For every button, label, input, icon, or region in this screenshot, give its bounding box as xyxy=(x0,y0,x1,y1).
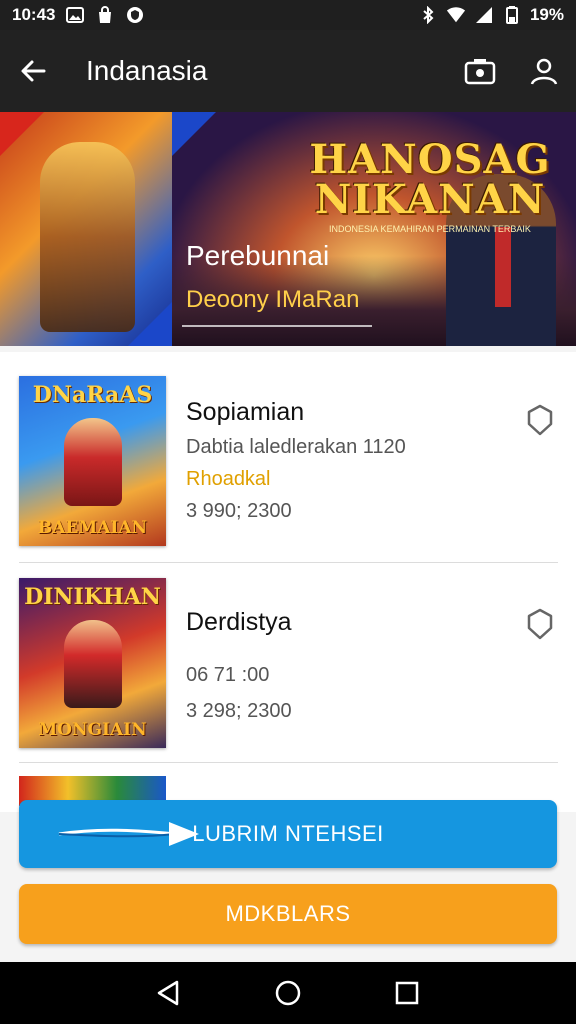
thumbnail-figure xyxy=(64,418,122,506)
profile-icon xyxy=(530,58,558,85)
battery-icon xyxy=(502,6,522,24)
thumbnail-title: DNaRaAS xyxy=(32,382,153,408)
banner-title: HANOSAG NIKANAN xyxy=(280,140,576,220)
presenter-tie xyxy=(495,227,511,307)
shopping-bag-icon xyxy=(95,6,115,24)
back-triangle-icon xyxy=(158,980,179,1006)
system-nav-bar xyxy=(0,962,576,1024)
nav-recents-button[interactable] xyxy=(385,971,429,1015)
list-item[interactable]: DNaRaAS BAEMAIAN Sopiamian Dabtia laledl… xyxy=(0,352,576,552)
banner-title-line2: NIKANAN xyxy=(314,176,546,223)
signal-icon xyxy=(474,6,494,24)
banner-heading: Perebunnai xyxy=(186,240,330,271)
arrow-left-icon xyxy=(21,60,46,82)
game-category: Rhoadkal xyxy=(186,468,271,490)
game-detail: 06 71 :00 xyxy=(186,664,270,686)
secondary-action-label: MDKBLARS xyxy=(225,901,351,926)
blue-corner-flag-icon xyxy=(128,302,172,346)
battery-percent: 19% xyxy=(529,5,564,24)
game-thumbnail[interactable]: DINIKHAN MONGIAIN xyxy=(19,578,166,748)
nav-home-button[interactable] xyxy=(266,971,310,1015)
game-list: DNaRaAS BAEMAIAN Sopiamian Dabtia laledl… xyxy=(0,352,576,812)
arrow-right-icon xyxy=(58,822,199,846)
primary-action-button[interactable]: LUBRIM NTEHSEI xyxy=(19,800,557,868)
primary-action-label: LUBRIM NTEHSEI xyxy=(192,821,384,846)
back-button[interactable] xyxy=(0,30,66,112)
red-corner-flag-icon xyxy=(0,112,44,156)
camera-icon xyxy=(464,59,496,85)
list-divider xyxy=(19,762,558,763)
camera-button[interactable] xyxy=(448,30,512,112)
home-circle-icon xyxy=(275,980,301,1006)
game-stats: 3 298; 2300 xyxy=(186,700,292,722)
shield-outline-icon[interactable] xyxy=(526,608,554,640)
promo-banner[interactable]: HANOSAG NIKANAN INDONESIA KEMAHIRAN PERM… xyxy=(0,112,576,346)
banner-hero-art xyxy=(0,112,172,346)
gallery-icon xyxy=(65,6,85,24)
hero-figure xyxy=(40,142,135,332)
banner-divider xyxy=(182,325,372,327)
status-bar: 10:43 19% xyxy=(0,0,576,30)
secondary-action-button[interactable]: MDKBLARS xyxy=(19,884,557,944)
banner-main-art: HANOSAG NIKANAN INDONESIA KEMAHIRAN PERM… xyxy=(172,112,576,346)
banner-subheading: Deoony IMaRan xyxy=(186,286,360,313)
bluetooth-icon xyxy=(418,6,438,24)
game-detail: Dabtia laledlerakan 1120 xyxy=(186,436,406,458)
thumbnail-title: DINIKHAN xyxy=(24,584,161,610)
page-title: Indanasia xyxy=(86,55,208,86)
status-right: 19% xyxy=(418,5,564,25)
recents-square-icon xyxy=(395,981,418,1005)
game-name: Sopiamian xyxy=(186,398,305,426)
status-left: 10:43 xyxy=(12,5,145,25)
thumbnail-figure xyxy=(64,620,122,708)
thumbnail-subtitle: MONGIAIN xyxy=(38,720,147,740)
thumbnail-subtitle: BAEMAIAN xyxy=(37,518,148,538)
list-item[interactable]: DINIKHAN MONGIAIN Derdistya 06 71 :00 3 … xyxy=(0,554,576,754)
status-time: 10:43 xyxy=(12,5,56,24)
game-name: Derdistya xyxy=(186,608,292,636)
shield-status-icon xyxy=(125,6,145,24)
app-bar: Indanasia xyxy=(0,30,576,112)
game-stats: 3 990; 2300 xyxy=(186,500,292,522)
wifi-icon xyxy=(446,6,466,24)
nav-back-button[interactable] xyxy=(147,971,191,1015)
profile-button[interactable] xyxy=(512,30,576,112)
game-thumbnail[interactable]: DNaRaAS BAEMAIAN xyxy=(19,376,166,546)
banner-title-line1: HANOSAG xyxy=(309,136,551,183)
blue-corner-flag-icon xyxy=(172,112,216,156)
banner-tagline: INDONESIA KEMAHIRAN PERMAINAN TERBAIK xyxy=(329,224,531,234)
shield-outline-icon[interactable] xyxy=(526,404,554,436)
